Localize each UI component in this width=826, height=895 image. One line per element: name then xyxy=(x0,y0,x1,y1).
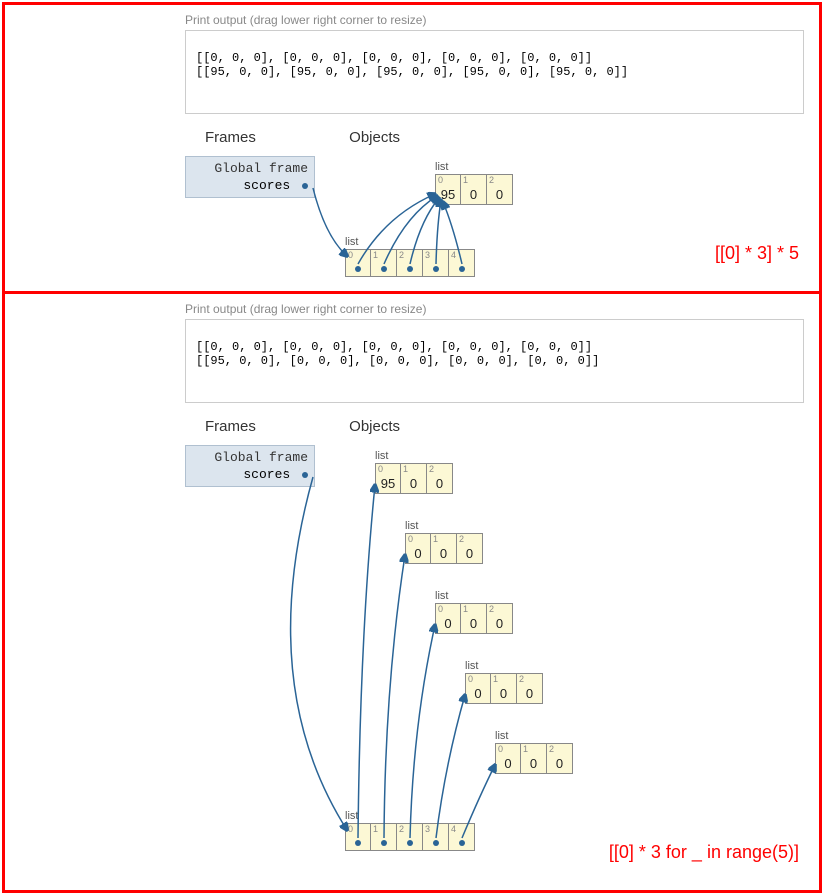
print-output-box[interactable]: [[0, 0, 0], [0, 0, 0], [0, 0, 0], [0, 0,… xyxy=(185,30,804,114)
memory-diagram: Global frame scores list 095 10 20 list … xyxy=(5,435,819,875)
list-cell: 10 xyxy=(461,603,487,634)
frame-variable: scores xyxy=(192,467,308,482)
code-caption: [[0] * 3 for _ in range(5)] xyxy=(609,842,799,863)
list-cell: 3 xyxy=(423,823,449,851)
list-cell: 095 xyxy=(375,463,401,494)
list-cell: 095 xyxy=(435,174,461,205)
comparison-container: Print output (drag lower right corner to… xyxy=(2,2,822,893)
pointer-dot-icon xyxy=(302,183,308,189)
output-line: [[0, 0, 0], [0, 0, 0], [0, 0, 0], [0, 0,… xyxy=(196,340,592,354)
list-cell: 10 xyxy=(401,463,427,494)
inner-list: list 095 10 20 xyxy=(435,161,513,205)
list-cell: 2 xyxy=(397,249,423,277)
global-frame: Global frame scores xyxy=(185,445,315,487)
frame-title: Global frame xyxy=(192,161,308,176)
column-headers: Frames Objects xyxy=(205,129,819,146)
list-cell: 2 xyxy=(397,823,423,851)
list-label: list xyxy=(345,236,475,248)
list-cell: 10 xyxy=(491,673,517,704)
resize-handle-icon[interactable] xyxy=(791,390,801,400)
frame-title: Global frame xyxy=(192,450,308,465)
list-cell: 0 xyxy=(345,249,371,277)
list-cell: 00 xyxy=(405,533,431,564)
panel-shared-reference: Print output (drag lower right corner to… xyxy=(5,5,819,294)
outer-list: list 0 1 2 3 4 xyxy=(345,810,475,851)
list-cell: 0 xyxy=(345,823,371,851)
list-cell: 00 xyxy=(465,673,491,704)
objects-header: Objects xyxy=(349,418,400,435)
list-cell: 10 xyxy=(521,743,547,774)
resize-handle-icon[interactable] xyxy=(791,101,801,111)
inner-list-4: list 00 10 20 xyxy=(495,730,573,774)
list-cell: 20 xyxy=(427,463,453,494)
pointer-dot-icon xyxy=(302,472,308,478)
list-cell: 3 xyxy=(423,249,449,277)
global-frame: Global frame scores xyxy=(185,156,315,198)
list-cell: 00 xyxy=(495,743,521,774)
list-cell: 4 xyxy=(449,249,475,277)
list-cell: 00 xyxy=(435,603,461,634)
frame-variable: scores xyxy=(192,178,308,193)
list-cell: 4 xyxy=(449,823,475,851)
inner-list-3: list 00 10 20 xyxy=(465,660,543,704)
panel-distinct-lists: Print output (drag lower right corner to… xyxy=(5,294,819,890)
objects-header: Objects xyxy=(349,129,400,146)
list-cell: 20 xyxy=(457,533,483,564)
list-cell: 10 xyxy=(431,533,457,564)
print-output-box[interactable]: [[0, 0, 0], [0, 0, 0], [0, 0, 0], [0, 0,… xyxy=(185,319,804,403)
list-cell: 20 xyxy=(517,673,543,704)
list-label: list xyxy=(435,161,513,173)
inner-list-0: list 095 10 20 xyxy=(375,450,453,494)
list-cell: 10 xyxy=(461,174,487,205)
output-line: [[95, 0, 0], [0, 0, 0], [0, 0, 0], [0, 0… xyxy=(196,354,599,368)
list-cell: 1 xyxy=(371,249,397,277)
inner-list-1: list 00 10 20 xyxy=(405,520,483,564)
column-headers: Frames Objects xyxy=(205,418,819,435)
list-cell: 1 xyxy=(371,823,397,851)
print-output-label: Print output (drag lower right corner to… xyxy=(185,302,819,316)
list-cell: 20 xyxy=(487,603,513,634)
output-line: [[0, 0, 0], [0, 0, 0], [0, 0, 0], [0, 0,… xyxy=(196,51,592,65)
pointer-arrows xyxy=(5,435,705,865)
code-caption: [[0] * 3] * 5 xyxy=(715,243,799,264)
print-output-label: Print output (drag lower right corner to… xyxy=(185,13,819,27)
outer-list: list 0 1 2 3 4 xyxy=(345,236,475,277)
list-cell: 20 xyxy=(487,174,513,205)
memory-diagram: Global frame scores list 0 1 2 3 4 list … xyxy=(5,146,819,276)
list-cell: 20 xyxy=(547,743,573,774)
frames-header: Frames xyxy=(205,418,315,435)
output-line: [[95, 0, 0], [95, 0, 0], [95, 0, 0], [95… xyxy=(196,65,628,79)
inner-list-2: list 00 10 20 xyxy=(435,590,513,634)
frames-header: Frames xyxy=(205,129,315,146)
